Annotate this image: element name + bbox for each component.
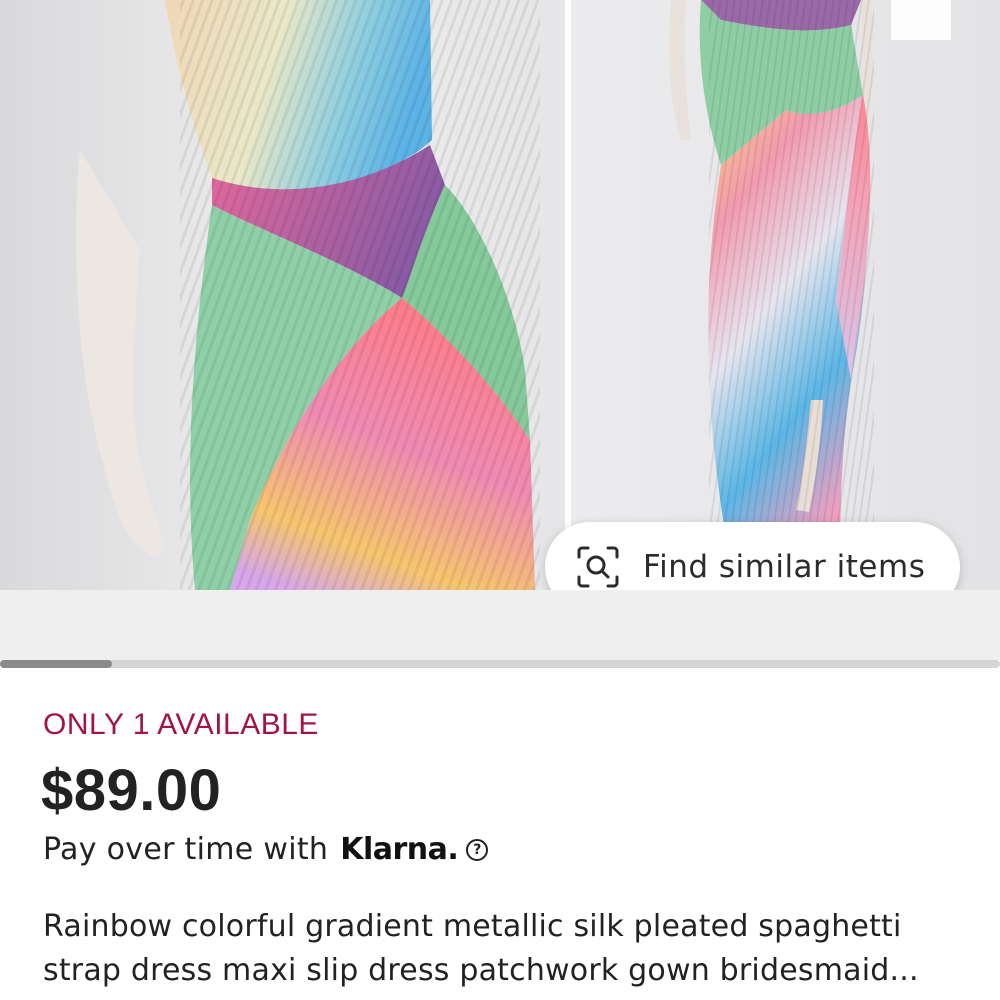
find-similar-items-label: Find similar items bbox=[643, 549, 926, 585]
gallery-footer bbox=[0, 590, 1000, 660]
gallery-scrollbar-thumb[interactable] bbox=[0, 660, 112, 668]
klarna-logo: Klarna. bbox=[340, 832, 459, 867]
listing-photo-1[interactable] bbox=[0, 0, 565, 590]
listing-photo-2[interactable] bbox=[571, 0, 1000, 590]
pay-over-time-text: Pay over time with bbox=[43, 832, 329, 867]
klarna-pay-over-time[interactable]: Pay over time with Klarna. ? bbox=[43, 832, 489, 867]
availability-notice: ONLY 1 AVAILABLE bbox=[43, 708, 319, 741]
listing-price: $89.00 bbox=[41, 758, 222, 823]
visual-search-icon bbox=[575, 544, 621, 590]
image-gallery[interactable]: Find similar items bbox=[0, 0, 1000, 590]
gallery-scrollbar[interactable] bbox=[0, 660, 1000, 668]
listing-title[interactable]: Rainbow colorful gradient metallic silk … bbox=[43, 905, 973, 993]
find-similar-items-button[interactable]: Find similar items bbox=[545, 522, 960, 590]
question-mark-icon[interactable]: ? bbox=[466, 838, 489, 861]
